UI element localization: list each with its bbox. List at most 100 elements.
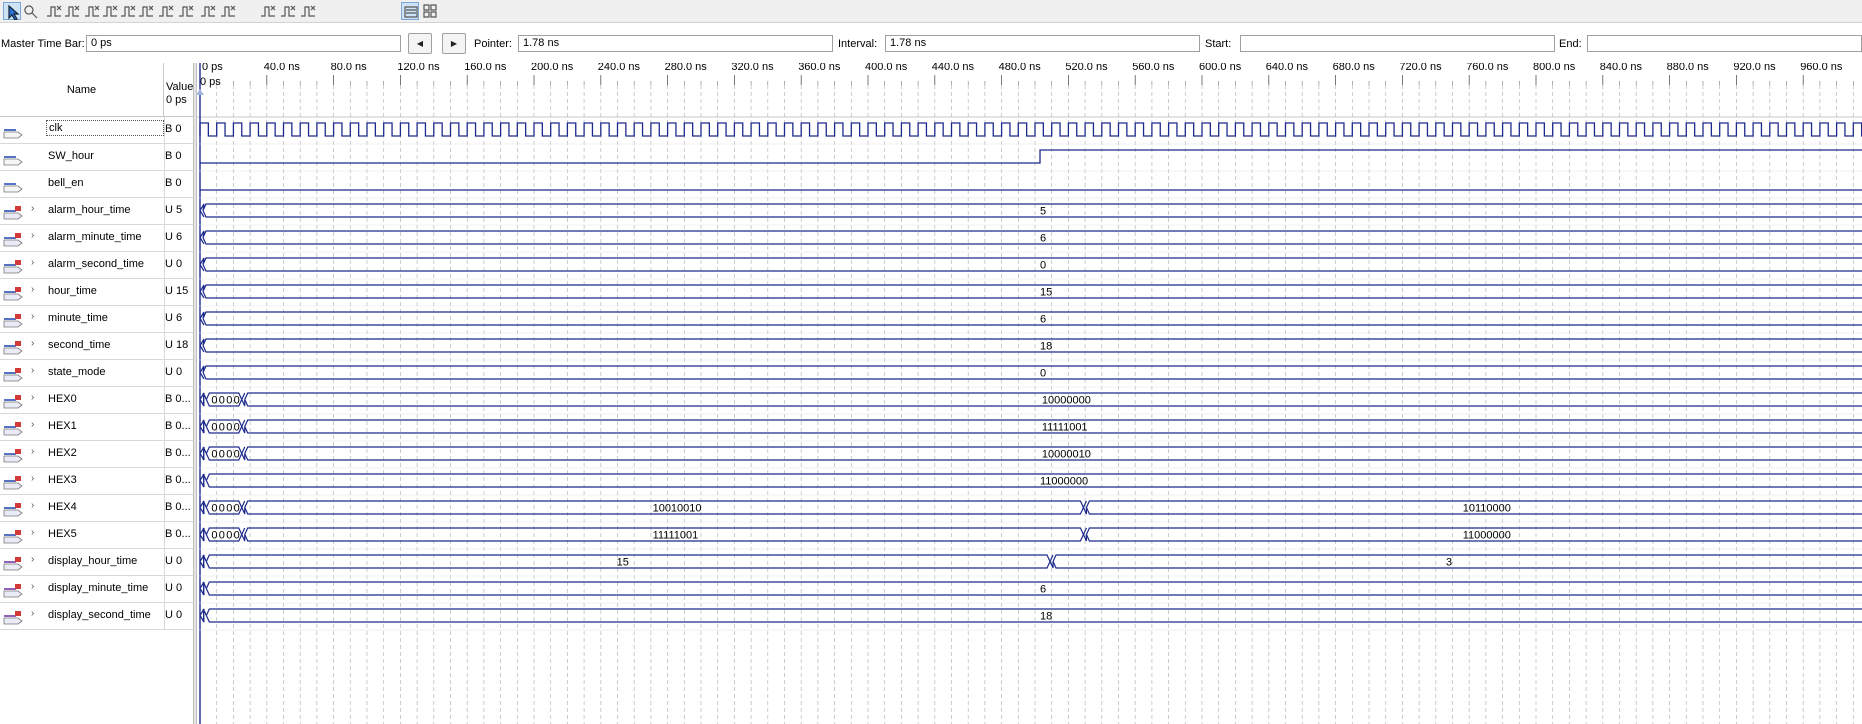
expand-chevron-icon[interactable]: ›	[31, 419, 41, 430]
signal-row-hex0[interactable]: › HEX0 B 0...	[0, 387, 193, 414]
ungroup-button[interactable]	[299, 2, 317, 20]
signal-row-hour-time[interactable]: › hour_time U 15	[0, 279, 193, 306]
signal-name: bell_en	[48, 177, 84, 189]
expand-chevron-icon[interactable]: ›	[31, 230, 41, 241]
expand-chevron-icon[interactable]: ›	[31, 392, 41, 403]
expand-chevron-icon[interactable]: ›	[31, 473, 41, 484]
previous-transition-button[interactable]: ◀	[408, 33, 432, 54]
bus-value-label: 0	[1040, 368, 1046, 380]
force-weak-high-button[interactable]	[137, 2, 155, 20]
invert-button[interactable]	[157, 2, 175, 20]
signal-row-hex5[interactable]: › HEX5 B 0...	[0, 522, 193, 549]
snap-to-grid-icon	[261, 5, 276, 17]
signal-row-state-mode[interactable]: › state_mode U 0	[0, 360, 193, 387]
selection-tool-button[interactable]	[3, 2, 21, 20]
waveform-hex4-lower	[199, 500, 1862, 515]
group-icon	[281, 5, 296, 17]
time-ruler-label: 480.0 ns	[999, 63, 1042, 73]
end-field[interactable]	[1587, 35, 1862, 52]
signal-row-alarm-hour-time[interactable]: › alarm_hour_time U 5	[0, 198, 193, 225]
waveform-hex5	[199, 527, 1862, 542]
name-column-header[interactable]: Name	[0, 63, 164, 117]
expand-chevron-icon[interactable]: ›	[31, 338, 41, 349]
signal-row-hex3[interactable]: › HEX3 B 0...	[0, 468, 193, 495]
expand-chevron-icon[interactable]: ›	[31, 446, 41, 457]
waveform-display-hour-time-lower	[199, 554, 1862, 569]
signal-value: U 18	[165, 339, 189, 351]
signal-row-clk[interactable]: clk B 0	[0, 117, 193, 144]
waveform-display-second-time-lower	[199, 608, 1862, 623]
signal-row-display-second-time[interactable]: › display_second_time U 0	[0, 603, 193, 630]
force-weak-low-button[interactable]	[119, 2, 137, 20]
expand-chevron-icon[interactable]: ›	[31, 284, 41, 295]
snap-to-grid-button[interactable]	[259, 2, 277, 20]
zoom-tool-icon	[24, 5, 38, 19]
force-high-impedance-button[interactable]	[101, 2, 119, 20]
zoom-tool-button[interactable]	[21, 2, 39, 20]
signal-row-display-hour-time[interactable]: › display_hour_time U 0	[0, 549, 193, 576]
waveform-hex1-lower	[199, 419, 1862, 434]
signal-row-sw-hour[interactable]: SW_hour B 0	[0, 144, 193, 171]
time-ruler-label: 840.0 ns	[1600, 63, 1643, 73]
waveform-hex4	[199, 500, 1862, 515]
expand-chevron-icon[interactable]: ›	[31, 554, 41, 565]
signal-row-alarm-second-time[interactable]: › alarm_second_time U 0	[0, 252, 193, 279]
time-ruler-label: 880.0 ns	[1667, 63, 1710, 73]
signal-name: clk	[46, 120, 164, 136]
time-ruler-label: 800.0 ns	[1533, 63, 1576, 73]
pointer-label: Pointer:	[474, 38, 512, 50]
ungroup-icon	[301, 5, 316, 17]
output-pin-icon	[3, 503, 23, 517]
expand-chevron-icon[interactable]: ›	[31, 581, 41, 592]
signal-row-display-minute-time[interactable]: › display_minute_time U 0	[0, 576, 193, 603]
value-column-header[interactable]: Value at 0 ps	[164, 63, 193, 117]
master-time-bar-field[interactable]: 0 ps	[86, 35, 401, 52]
expand-chevron-icon[interactable]: ›	[31, 311, 41, 322]
time-ruler-label: 120.0 ns	[397, 63, 440, 73]
signal-row-hex4[interactable]: › HEX4 B 0...	[0, 495, 193, 522]
force-low-button[interactable]	[63, 2, 81, 20]
time-ruler-label: 640.0 ns	[1266, 63, 1309, 73]
count-value-button[interactable]	[177, 2, 195, 20]
signal-row-hex2[interactable]: › HEX2 B 0...	[0, 441, 193, 468]
next-transition-button[interactable]: ▶	[442, 33, 466, 54]
grid-options-button[interactable]	[421, 2, 439, 20]
time-ruler-label: 520.0 ns	[1065, 63, 1108, 73]
register-icon	[3, 611, 23, 625]
waveform-display-minute-time-lower	[199, 581, 1862, 596]
waveform-area[interactable]: 0 ps 40.0 ns 80.0 ns 120.0 ns 160.0 ns 200.0 …	[197, 63, 1862, 724]
signal-name: HEX4	[48, 501, 77, 513]
random-value-button[interactable]	[219, 2, 237, 20]
time-ruler-label: 600.0 ns	[1199, 63, 1242, 73]
waveform-view-button[interactable]	[401, 2, 419, 20]
signal-row-minute-time[interactable]: › minute_time U 6	[0, 306, 193, 333]
arrow-left-icon: ◀	[416, 39, 424, 48]
expand-chevron-icon[interactable]: ›	[31, 365, 41, 376]
signal-row-alarm-minute-time[interactable]: › alarm_minute_time U 6	[0, 225, 193, 252]
expand-chevron-icon[interactable]: ›	[31, 500, 41, 511]
expand-chevron-icon[interactable]: ›	[31, 257, 41, 268]
signal-row-hex1[interactable]: › HEX1 B 0...	[0, 414, 193, 441]
expand-chevron-icon[interactable]: ›	[31, 527, 41, 538]
signal-row-bell-en[interactable]: bell_en B 0	[0, 171, 193, 198]
start-field[interactable]	[1240, 35, 1555, 52]
signal-name: display_second_time	[48, 609, 151, 621]
expand-chevron-icon[interactable]: ›	[31, 203, 41, 214]
force-dont-care-button[interactable]	[199, 2, 217, 20]
expand-chevron-icon[interactable]: ›	[31, 608, 41, 619]
signal-value: B 0...	[165, 474, 191, 486]
signal-row-second-time[interactable]: › second_time U 18	[0, 333, 193, 360]
waveform-display-hour-time	[199, 554, 1862, 569]
signal-value: U 0	[165, 582, 183, 594]
force-high-button[interactable]	[83, 2, 101, 20]
waveform-canvas[interactable]: 0 ps 40.0 ns 80.0 ns 120.0 ns 160.0 ns 200.0 …	[197, 63, 1862, 724]
group-button[interactable]	[279, 2, 297, 20]
signal-value: B 0...	[165, 393, 191, 405]
input-pin-icon	[3, 260, 23, 274]
input-pin-icon	[3, 287, 23, 301]
bus-value-label: 0	[1040, 260, 1046, 272]
waveform-minute-time	[199, 311, 1862, 319]
count-value-icon	[179, 5, 194, 17]
input-pin-icon	[3, 129, 23, 139]
force-unknown-button[interactable]	[45, 2, 63, 20]
